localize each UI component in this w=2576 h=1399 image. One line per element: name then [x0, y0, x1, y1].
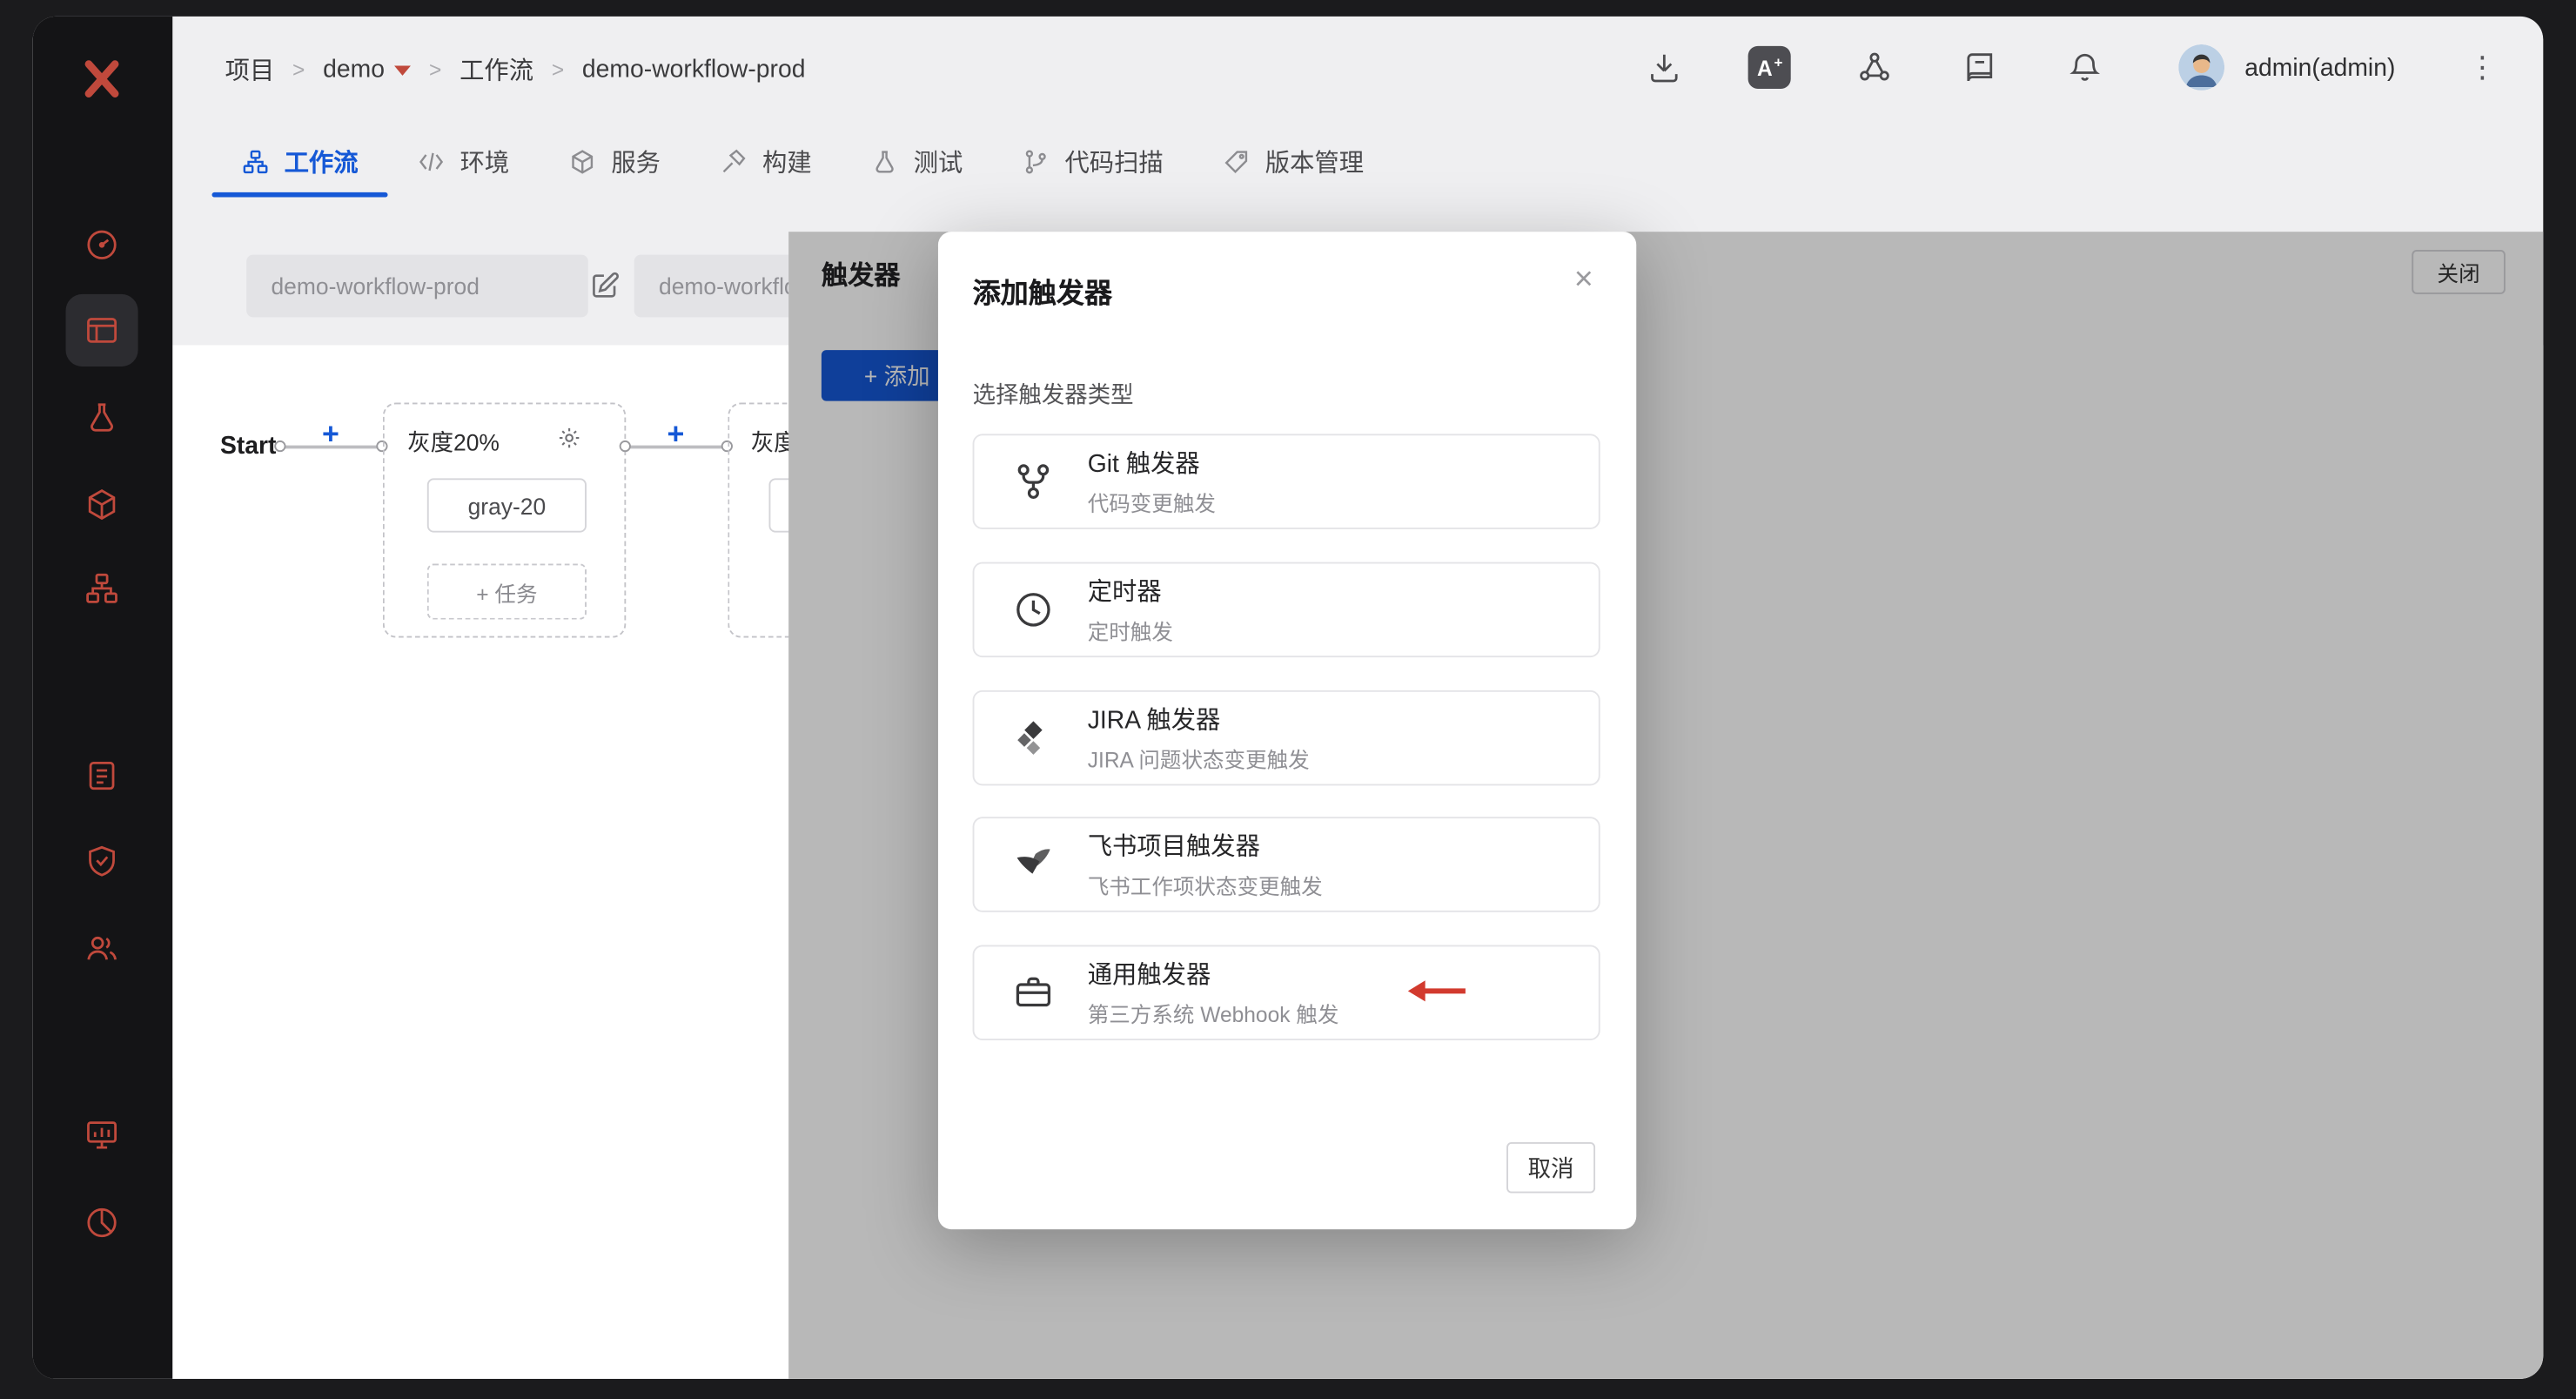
- project-tabs: 工作流 环境 服务 构建 测试 代码扫描 版本管理: [211, 120, 1364, 202]
- avatar[interactable]: [2178, 44, 2225, 91]
- tab-builds[interactable]: 构建: [720, 120, 812, 202]
- breadcrumb-separator: >: [428, 57, 442, 82]
- breadcrumb-separator: >: [292, 57, 305, 82]
- add-stage-button[interactable]: +: [667, 418, 684, 453]
- dashboard-icon: [84, 227, 120, 264]
- gear-icon[interactable]: [557, 426, 581, 450]
- flask-icon: [84, 400, 120, 436]
- option-desc: 代码变更触发: [1087, 491, 1217, 516]
- sidebar-item-workflows[interactable]: [66, 552, 138, 624]
- tab-code-scan[interactable]: 代码扫描: [1022, 120, 1164, 202]
- trigger-option-timer[interactable]: 定时器 定时触发: [972, 562, 1600, 658]
- projects-icon: [84, 313, 120, 349]
- cube-icon: [568, 147, 596, 175]
- breadcrumb-item-project[interactable]: demo: [323, 55, 412, 83]
- briefcase-icon: [1012, 972, 1055, 1014]
- bell-icon[interactable]: [2064, 46, 2107, 89]
- clipboard-icon: [84, 757, 120, 794]
- feishu-bird-icon: [1012, 843, 1055, 885]
- trigger-option-git[interactable]: Git 触发器 代码变更触发: [972, 434, 1600, 529]
- pie-chart-icon: [84, 1205, 120, 1241]
- breadcrumb-separator: >: [551, 57, 565, 82]
- clock-icon: [1012, 589, 1055, 631]
- start-node-label: Start: [219, 432, 277, 461]
- stage-node-gray20: 灰度20% gray-20 + 任务: [382, 402, 627, 638]
- sidebar-item-users[interactable]: [66, 912, 138, 985]
- tab-workflows[interactable]: 工作流: [211, 120, 388, 202]
- app-logo-icon[interactable]: [76, 52, 128, 104]
- jira-icon: [1012, 716, 1055, 759]
- close-icon[interactable]: ×: [1564, 259, 1603, 299]
- sidebar-item-delivery[interactable]: [66, 468, 138, 541]
- shield-check-icon: [84, 843, 120, 879]
- sidebar-item-reports[interactable]: [66, 740, 138, 812]
- edit-pencil-icon[interactable]: [588, 270, 621, 303]
- connector-dot: [619, 440, 631, 453]
- trigger-option-feishu[interactable]: 飞书项目触发器 飞书工作项状态变更触发: [972, 817, 1600, 912]
- tab-tests[interactable]: 测试: [871, 120, 963, 202]
- app-window: › 项目 > demo > 工作流 > demo-workflow-prod A…: [32, 16, 2544, 1379]
- sidebar-item-dashboard[interactable]: [66, 209, 138, 281]
- breadcrumb-item-workflows[interactable]: 工作流: [460, 51, 533, 86]
- tab-environments[interactable]: 环境: [418, 120, 509, 202]
- workflow-tree-icon: [84, 570, 120, 607]
- option-title: JIRA 触发器: [1087, 706, 1221, 735]
- flask-icon: [871, 147, 899, 175]
- monitor-icon: [84, 1116, 120, 1153]
- breadcrumb: 项目 > demo > 工作流 > demo-workflow-prod: [225, 46, 806, 92]
- cluster-icon[interactable]: [1854, 46, 1896, 89]
- git-branch-icon: [1022, 147, 1050, 175]
- annotation-arrow-left-icon: [1403, 976, 1469, 1006]
- user-menu[interactable]: admin(admin): [2244, 53, 2395, 81]
- trigger-option-generic[interactable]: 通用触发器 第三方系统 Webhook 触发: [972, 945, 1600, 1040]
- sidebar-item-insights[interactable]: [66, 1187, 138, 1259]
- tab-version-management[interactable]: 版本管理: [1223, 120, 1364, 202]
- sidebar-item-quality[interactable]: [66, 825, 138, 898]
- kebab-menu-icon[interactable]: ⋮: [2467, 50, 2497, 85]
- header-actions: A + admin(admin) ⋮: [1643, 43, 2497, 92]
- hammer-icon: [720, 147, 748, 175]
- breadcrumb-item-current: demo-workflow-prod: [581, 55, 806, 84]
- sidebar-item-tests[interactable]: [66, 381, 138, 454]
- tab-services[interactable]: 服务: [568, 120, 661, 202]
- workflow-tree-icon: [242, 147, 270, 175]
- job-card-gray-20[interactable]: gray-20: [426, 478, 587, 533]
- connector-dot: [274, 440, 286, 453]
- add-task-button[interactable]: + 任务: [426, 563, 587, 620]
- option-desc: 定时触发: [1087, 619, 1173, 645]
- docs-icon[interactable]: [1959, 46, 2002, 89]
- option-title: 定时器: [1087, 578, 1162, 607]
- code-brackets-icon: [418, 147, 446, 175]
- breadcrumb-item-projects[interactable]: 项目: [225, 51, 275, 86]
- option-desc: JIRA 问题状态变更触发: [1087, 747, 1310, 773]
- users-icon: [84, 930, 120, 966]
- screenshot-stage: › 项目 > demo > 工作流 > demo-workflow-prod A…: [0, 0, 2576, 1399]
- option-desc: 飞书工作项状态变更触发: [1087, 874, 1323, 899]
- option-title: 飞书项目触发器: [1087, 833, 1260, 862]
- font-size-badge[interactable]: A +: [1748, 45, 1792, 89]
- caret-down-icon: [394, 64, 412, 75]
- cancel-button[interactable]: 取消: [1506, 1142, 1596, 1194]
- option-title: 通用触发器: [1087, 961, 1211, 990]
- download-icon[interactable]: [1643, 46, 1686, 89]
- sidebar: [32, 16, 173, 1379]
- option-desc: 第三方系统 Webhook 触发: [1087, 1002, 1339, 1027]
- modal-title: 添加触发器: [972, 278, 1113, 309]
- workflow-name-input[interactable]: demo-workflow-prod: [246, 254, 588, 318]
- sidebar-item-hosts[interactable]: [66, 1098, 138, 1170]
- trigger-option-jira[interactable]: JIRA 触发器 JIRA 问题状态变更触发: [972, 689, 1600, 786]
- sidebar-item-projects[interactable]: [65, 293, 138, 367]
- add-trigger-modal: 添加触发器 × 选择触发器类型 Git 触发器 代码变更触发 定时器 定时触发: [937, 232, 1637, 1230]
- cube-icon: [84, 487, 120, 523]
- git-fork-icon: [1012, 461, 1055, 503]
- stage-title: 灰度20%: [407, 428, 500, 455]
- tag-icon: [1223, 147, 1251, 175]
- modal-prompt: 选择触发器类型: [972, 380, 1134, 408]
- add-stage-button[interactable]: +: [322, 418, 339, 453]
- option-title: Git 触发器: [1087, 450, 1200, 479]
